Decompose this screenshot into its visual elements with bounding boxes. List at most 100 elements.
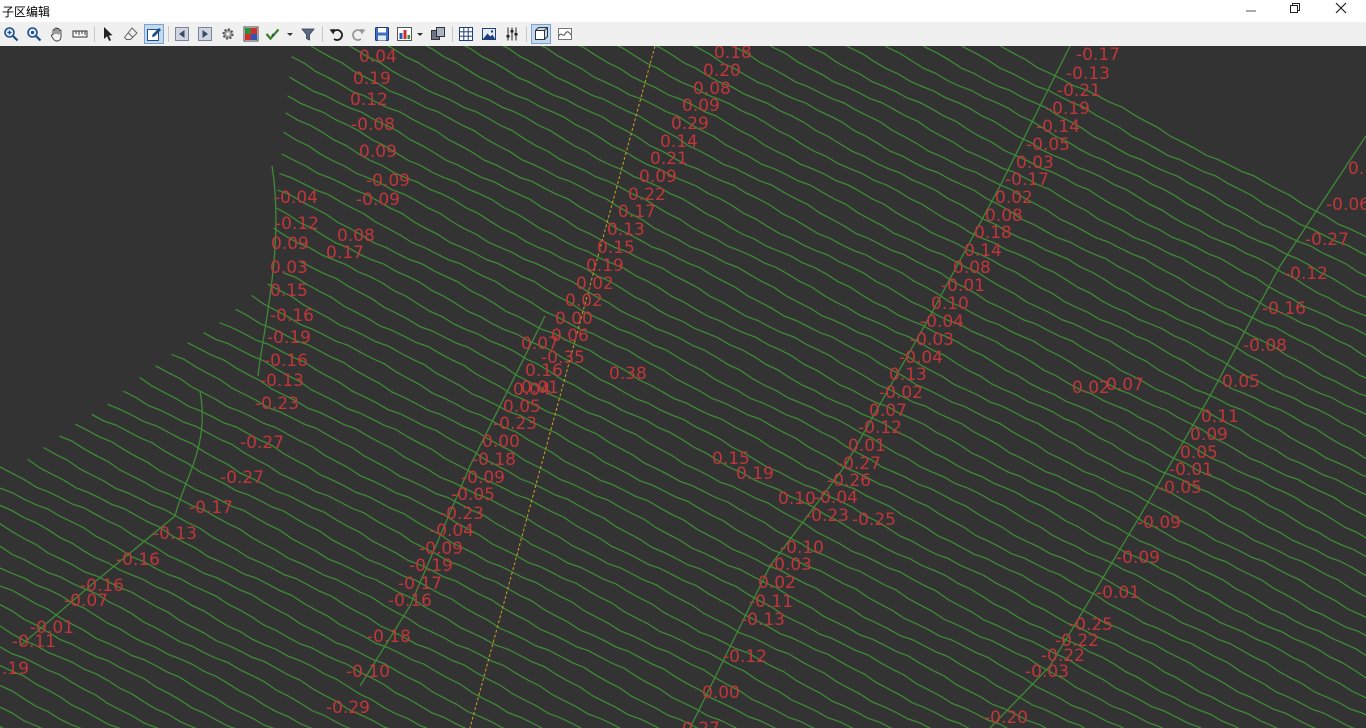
arrow-cursor-icon (104, 27, 113, 41)
elevation-label: 0.00 (702, 683, 740, 703)
elevation-label: -0.27 (676, 719, 720, 728)
elevation-label: 0.02 (565, 291, 603, 311)
contour-line (203, 332, 970, 728)
grid-button[interactable] (456, 24, 476, 44)
elevation-label: -0.13 (153, 524, 197, 544)
play-left-icon (175, 27, 189, 41)
zoom-out-tool[interactable] (24, 24, 44, 44)
elevation-label: -0.03 (1025, 662, 1069, 682)
previous-button[interactable] (172, 24, 192, 44)
elevation-label: -0.08 (351, 115, 395, 135)
elevation-label: -0.16 (388, 591, 432, 611)
elevation-label: 0.09 (639, 167, 677, 187)
gear-icon (222, 28, 234, 40)
elevation-label: -0.27 (220, 468, 264, 488)
elevation-label: 0.1 (1348, 159, 1366, 179)
elevation-label: 0.01 (848, 436, 886, 456)
elevation-label: -0.23 (493, 414, 537, 434)
elevation-label: -0.05 (1026, 135, 1070, 155)
elevation-label: -0.16 (264, 351, 308, 371)
elevation-label: -0.04 (814, 488, 858, 508)
next-button[interactable] (195, 24, 215, 44)
boundary-line (19, 390, 203, 647)
elevation-label: 0.09 (271, 234, 309, 254)
minimize-button[interactable] (1228, 0, 1274, 22)
filter-button[interactable] (298, 24, 318, 44)
ruler-icon (72, 30, 88, 38)
hand-icon (51, 27, 62, 42)
wave-icon (558, 28, 572, 40)
elevation-label: 0.19 (736, 464, 774, 484)
color-grid-icon (243, 26, 259, 42)
copy-view-button[interactable] (428, 24, 448, 44)
profile-button[interactable] (555, 24, 575, 44)
undo-button[interactable] (326, 24, 346, 44)
chart-dropdown[interactable] (395, 24, 425, 44)
restore-button[interactable] (1272, 0, 1318, 22)
view-mode-button[interactable] (531, 24, 551, 44)
elevation-label: -0.09 (1137, 513, 1181, 533)
sliders-icon (506, 27, 518, 41)
erase-tool[interactable] (121, 24, 141, 44)
elevation-label: -0.21 (1057, 81, 1101, 101)
edit-tool[interactable] (144, 24, 164, 44)
elevation-label: -0.01 (1096, 583, 1140, 603)
eraser-icon (123, 27, 138, 40)
elevation-label: 0.01 (521, 378, 559, 398)
save-button[interactable] (372, 24, 392, 44)
measure-tool[interactable] (70, 24, 90, 44)
elevation-label: -0.04 (920, 312, 964, 332)
check-dropdown[interactable] (264, 24, 294, 44)
contour-line (123, 390, 777, 728)
elevation-label: 0.17 (326, 243, 364, 263)
elevation-label: 0.09 (682, 96, 720, 116)
elevation-label: -0.11 (12, 632, 56, 652)
zoom-out-icon (27, 27, 42, 42)
elevation-label: -0.27 (240, 433, 284, 453)
pan-tool[interactable] (47, 24, 67, 44)
guide-line-yellow (469, 46, 656, 728)
elevation-label: -0.03 (910, 330, 954, 350)
layers-color-button[interactable] (241, 24, 261, 44)
contour-line (75, 423, 660, 728)
elevation-label: -0.16 (270, 306, 314, 326)
elevation-label: -0.07 (64, 591, 108, 611)
redo-button[interactable] (349, 24, 369, 44)
funnel-icon (301, 28, 315, 41)
elevation-label: 0.02 (1072, 378, 1110, 398)
close-button[interactable] (1318, 0, 1364, 22)
elevation-label: -0.09 (356, 190, 400, 210)
elevation-label: -0.04 (274, 188, 318, 208)
sliders-button[interactable] (502, 24, 522, 44)
elevation-label: -0.19 (267, 328, 311, 348)
settings-button[interactable] (218, 24, 238, 44)
map-canvas[interactable]: 0.04 0.19 0.12 -0.08 0.09 -0.09 -0.09 -0… (0, 46, 1366, 728)
checkmark-icon (265, 28, 293, 41)
elevation-labels: 0.04 0.19 0.12 -0.08 0.09 -0.09 -0.09 -0… (2, 46, 1366, 728)
elevation-label: 0.19 (586, 256, 624, 276)
elevation-label: -0.01 (1169, 460, 1213, 480)
select-tool[interactable] (98, 24, 118, 44)
image-icon (482, 28, 496, 40)
cube-icon (535, 27, 548, 40)
elevation-label: 0.13 (607, 220, 645, 240)
toolbar (0, 22, 1366, 47)
elevation-label: -0.19 (409, 556, 453, 576)
contour-line (187, 342, 931, 728)
zoom-in-tool[interactable] (1, 24, 21, 44)
elevation-label: 0.05 (1222, 372, 1260, 392)
contour-line (0, 706, 43, 728)
elevation-label: 0.10 (931, 294, 969, 314)
elevation-label: 0.08 (953, 258, 991, 278)
elevation-label: -0.05 (1158, 478, 1202, 498)
image-button[interactable] (479, 24, 499, 44)
undo-icon (329, 29, 343, 41)
elevation-label: -0.12 (1284, 264, 1328, 284)
elevation-label: -0.13 (260, 371, 304, 391)
elevation-label: 0.19 (353, 69, 391, 89)
elevation-label: -0.12 (723, 647, 767, 667)
play-right-icon (198, 27, 212, 41)
elevation-label: 0.21 (650, 149, 688, 169)
contour-line (43, 447, 583, 728)
elevation-label: 0.02 (758, 573, 796, 593)
